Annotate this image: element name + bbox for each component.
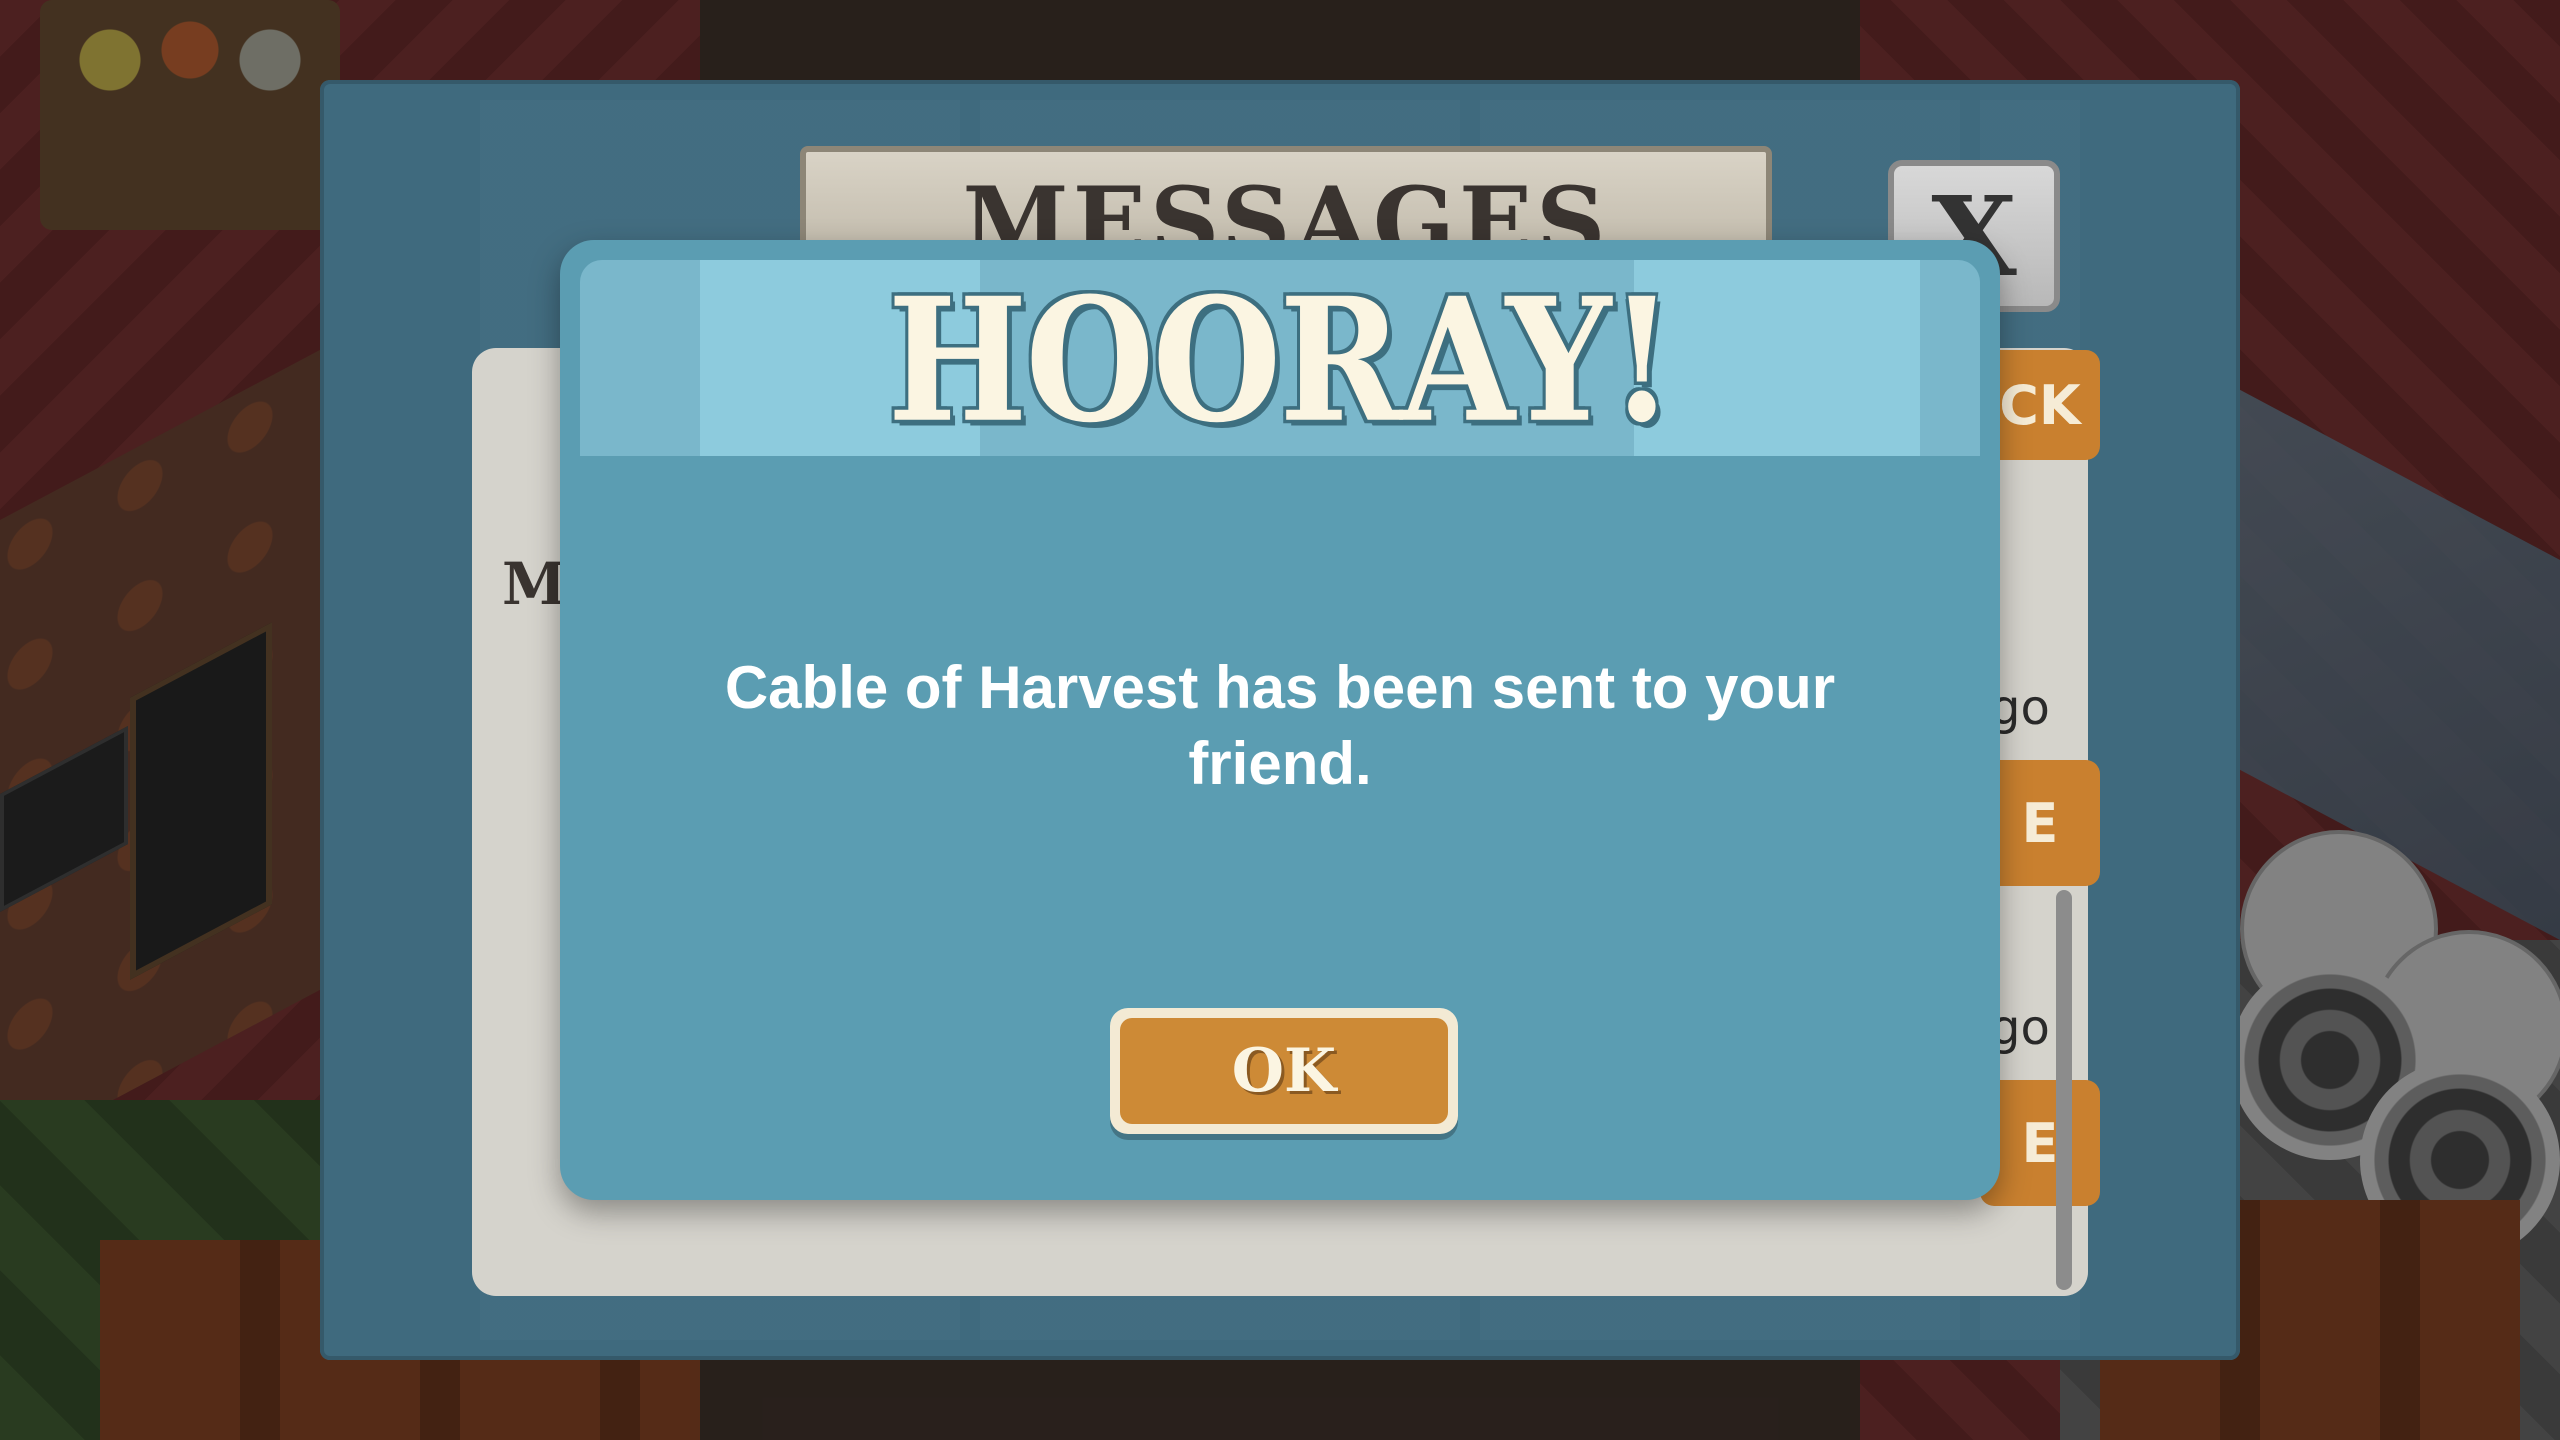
dialog-header: HOORAY! xyxy=(580,260,1980,456)
game-screen: MA CK go E go E MESSAGES X HOORAY! Cable… xyxy=(0,0,2560,1440)
dialog-title: HOORAY! xyxy=(887,260,1675,456)
dialog-message: Cable of Harvest has been sent to your f… xyxy=(724,654,1836,797)
ok-button-label: OK xyxy=(1231,1036,1337,1106)
ok-button-face: OK xyxy=(1120,1018,1448,1124)
hooray-dialog: HOORAY! Cable of Harvest has been sent t… xyxy=(560,240,2000,1200)
messages-scrollbar[interactable] xyxy=(2056,890,2072,1290)
ok-button[interactable]: OK xyxy=(1110,1008,1458,1134)
